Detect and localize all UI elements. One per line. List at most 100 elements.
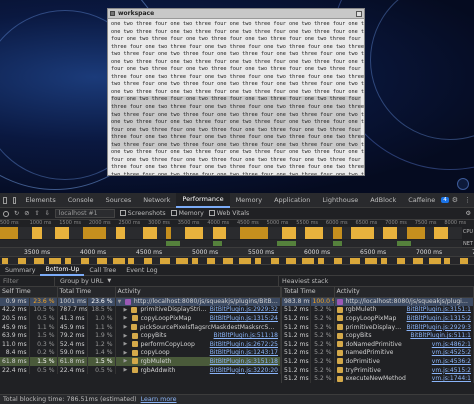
settings-gear-icon[interactable]: ⚙ — [449, 196, 461, 204]
reload-icon[interactable]: ↻ — [14, 210, 19, 217]
tab-sources[interactable]: Sources — [100, 193, 138, 208]
expand-right-icon[interactable]: ▶ — [124, 341, 129, 347]
source-link[interactable]: BitBltPlugin.js:511:1 — [410, 332, 471, 339]
expand-down-icon[interactable]: ▼ — [118, 299, 122, 305]
table-row[interactable]: 42.2 ms 10.5 % 787.7 ms 18.5 % ▶ primitiveDis… — [0, 305, 281, 315]
tab-application[interactable]: Application — [268, 193, 316, 208]
source-link[interactable]: vm.js:1744:1 — [432, 375, 471, 382]
tab-memory[interactable]: Memory — [230, 193, 268, 208]
activity-name: rgbMuleth — [345, 306, 377, 314]
memory-checkbox[interactable]: Memory — [170, 210, 204, 217]
source-link[interactable]: BitBltPlugin.js:3151:1 — [407, 306, 471, 313]
more-options-icon[interactable]: ⋮ — [461, 196, 474, 204]
source-link[interactable]: BitBltPlugin.js:2929:3 — [407, 324, 471, 331]
expand-right-icon[interactable]: ▶ — [124, 307, 129, 313]
heaviest-row[interactable]: 51.2 ms 5.2 % doPrimitive vm.js:4536:2 — [282, 357, 474, 366]
subtab-summary[interactable]: Summary — [0, 265, 40, 276]
close-icon[interactable] — [356, 10, 362, 17]
filter-input[interactable]: Filter — [0, 276, 55, 286]
heaviest-total-time-header[interactable]: Total Time — [282, 287, 335, 298]
net-lane[interactable] — [0, 240, 462, 247]
source-link[interactable]: BitBltPlugin.js:3151:18 — [210, 358, 278, 365]
window-menu-icon[interactable] — [110, 11, 115, 16]
tab-elements[interactable]: Elements — [19, 193, 61, 208]
heaviest-row[interactable]: 51.2 ms 5.2 % doNamedPrimitive vm.js:4862:1 — [282, 339, 474, 349]
expand-right-icon[interactable]: ▶ — [124, 350, 129, 356]
tab-console[interactable]: Console — [62, 193, 100, 208]
flame-bar — [223, 258, 234, 264]
web-vitals-checkbox[interactable]: Web Vitals — [208, 210, 249, 217]
heaviest-row[interactable]: 51.2 ms 5.2 % tryPrimitive vm.js:4515:2 — [282, 365, 474, 375]
group-by-select[interactable]: Group by URL ▼ — [55, 275, 279, 287]
corner-button[interactable] — [457, 178, 469, 190]
heaviest-row[interactable]: 983.8 ms100.0 % http://localhost:8080/js/… — [282, 297, 474, 306]
expand-right-icon[interactable]: ▶ — [124, 358, 129, 364]
workspace-text-area[interactable]: one two three four one two three four on… — [108, 19, 364, 175]
heaviest-stack-pane[interactable]: Total Time Activity 983.8 ms100.0 % http:… — [282, 287, 474, 383]
download-icon[interactable]: ⇩ — [45, 210, 50, 217]
flame-chart-strip[interactable] — [0, 257, 474, 265]
issues-badge[interactable]: 4 — [441, 197, 449, 203]
tab-adblock[interactable]: AdBlock — [364, 193, 402, 208]
source-link[interactable]: vm.js:4862:1 — [432, 341, 471, 348]
table-row[interactable]: 45.9 ms 1.1 % 45.9 ms 1.1 % ▶ pickSourcePixel… — [0, 322, 281, 332]
workspace-window[interactable]: workspace one two three four one two thr… — [107, 8, 365, 176]
table-row[interactable]: 63.9 ms 1.5 % 79.2 ms 1.9 % ▶ copyBits BitBltP… — [0, 331, 281, 340]
total-time-header[interactable]: Total Time — [57, 287, 116, 298]
total-time-cell: 787.7 ms — [57, 305, 88, 315]
subtab-event-log[interactable]: Event Log — [121, 265, 162, 276]
learn-more-link[interactable]: Learn more — [141, 396, 177, 403]
table-row[interactable]: 0.9 ms 23.6 % 1001 ms 23.6 % ▼ http://localho… — [0, 297, 281, 306]
category-swatch — [336, 349, 343, 356]
clear-icon[interactable]: ⊘ — [24, 210, 29, 217]
tab-network[interactable]: Network — [137, 193, 176, 208]
source-link[interactable]: vm.js:4536:2 — [432, 358, 471, 365]
heaviest-row[interactable]: 51.2 ms 5.2 % rgbMuleth BitBltPlugin.js:315… — [282, 305, 474, 315]
bottom-up-table-pane[interactable]: Self Time Total Time Activity 0.9 ms 23.6… — [0, 287, 282, 383]
recording-select[interactable]: localhost #1 — [54, 209, 115, 218]
table-row[interactable]: 20.5 ms 0.5 % 41.3 ms 1.0 % ▶ copyLoopPixMap B… — [0, 314, 281, 323]
cpu-lane[interactable] — [0, 227, 462, 239]
table-row[interactable]: 61.8 ms 1.5 % 61.8 ms 1.5 % ▶ rgbMuleth BitBlt… — [0, 357, 281, 366]
expand-right-icon[interactable]: ▶ — [124, 315, 129, 321]
upload-icon[interactable]: ⇧ — [34, 210, 39, 217]
table-row[interactable]: 11.0 ms 0.3 % 52.4 ms 1.2 % ▶ performCopyLoop… — [0, 339, 281, 349]
ruler-tick: 6500 ms — [360, 249, 387, 256]
capture-settings-icon[interactable]: ⚙ — [465, 210, 471, 217]
table-row[interactable]: 8.4 ms 0.2 % 59.0 ms 1.4 % ▶ copyLoop BitBltPl… — [0, 348, 281, 358]
expand-right-icon[interactable]: ▶ — [124, 324, 128, 330]
expand-right-icon[interactable]: ▶ — [124, 333, 129, 339]
activity-content: doNamedPrimitive vm.js:4862:1 — [336, 341, 471, 348]
tab-lighthouse[interactable]: Lighthouse — [316, 193, 364, 208]
source-link[interactable]: BitBltPlugin.js:511:18 — [214, 332, 278, 339]
heaviest-row[interactable]: 51.2 ms 5.2 % namedPrimitive vm.js:4525:2 — [282, 348, 474, 358]
source-link[interactable]: vm.js:4515:2 — [432, 367, 471, 374]
source-link[interactable]: BitBltPlugin.js:1315:2 — [407, 315, 471, 322]
source-link[interactable]: BitBltPlugin.js:1243:17 — [210, 349, 278, 356]
heaviest-activity-header[interactable]: Activity — [334, 287, 474, 298]
tab-caffeine[interactable]: Caffeine — [402, 193, 441, 208]
window-titlebar[interactable]: workspace — [108, 9, 364, 19]
heaviest-row[interactable]: 51.2 ms 5.2 % copyLoopPixMap BitBltPlugin.j… — [282, 314, 474, 323]
self-time-header[interactable]: Self Time — [0, 287, 58, 298]
expand-right-icon[interactable]: ▶ — [124, 367, 129, 373]
screenshots-checkbox[interactable]: Screenshots — [119, 210, 166, 217]
tab-performance[interactable]: Performance — [176, 192, 230, 208]
heaviest-row[interactable]: 51.2 ms 5.2 % copyBits BitBltPlugin.js:511:… — [282, 331, 474, 340]
heaviest-row[interactable]: 51.2 ms5.2 %primitiveDisplayStringBitBlt… — [282, 322, 474, 332]
timeline-overview[interactable]: 500 ms 1000 ms 1500 ms 2000 ms 2500 ms 3000 m… — [0, 220, 474, 248]
activity-header[interactable]: Activity — [115, 287, 281, 298]
subtab-bottom-up[interactable]: Bottom-Up — [40, 265, 85, 276]
inspect-element-icon[interactable] — [3, 196, 7, 204]
record-icon[interactable] — [3, 210, 9, 217]
timeline-ruler[interactable]: 3500 ms 4000 ms 4500 ms 5000 ms 5500 ms 6000 … — [0, 248, 474, 257]
source-link[interactable]: BitBltPlugin.js:2929:32 — [210, 306, 278, 313]
subtab-call-tree[interactable]: Call Tree — [84, 265, 121, 276]
source-link[interactable]: BitBltPlugin.js:1315:24 — [210, 315, 278, 322]
device-toolbar-icon[interactable] — [12, 196, 17, 204]
source-link[interactable]: vm.js:4525:2 — [432, 349, 471, 356]
source-link[interactable]: BitBltPlugin.js:3220:20 — [210, 367, 278, 374]
heaviest-row[interactable]: 51.2 ms 5.2 % executeNewMethod vm.js:1744:1 — [282, 374, 474, 383]
table-row[interactable]: 22.4 ms 0.5 % 22.4 ms 0.5 % ▶ rgbAddwith BitBl… — [0, 365, 281, 375]
source-link[interactable]: BitBltPlugin.js:2672:25 — [210, 341, 278, 348]
